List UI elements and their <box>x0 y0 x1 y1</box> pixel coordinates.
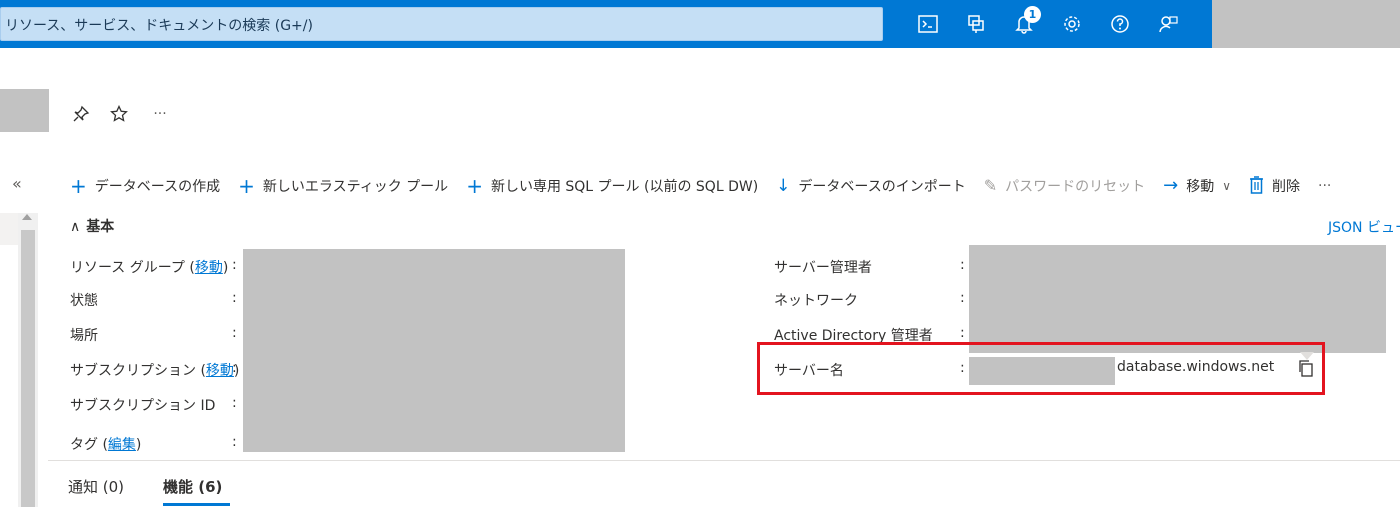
colon: : <box>960 290 965 306</box>
more-commands-button[interactable]: ··· <box>1318 178 1331 194</box>
delete-button[interactable]: 削除 <box>1249 175 1300 197</box>
new-elastic-pool-button[interactable]: + 新しいエラスティック プール <box>238 176 448 196</box>
colon: : <box>960 325 965 341</box>
colon: : <box>960 257 965 273</box>
cloud-shell-icon[interactable] <box>914 10 942 38</box>
subscription-label: サブスクリプション (移動) <box>70 363 240 379</box>
feedback-icon[interactable] <box>1154 10 1182 38</box>
colon: : <box>232 290 237 306</box>
trash-icon <box>1249 175 1264 197</box>
colon: : <box>232 434 237 450</box>
subscription-move-link[interactable]: 移動 <box>206 363 234 379</box>
notification-badge: 1 <box>1024 6 1041 23</box>
star-icon[interactable] <box>108 103 130 125</box>
pin-icon[interactable] <box>70 103 92 125</box>
account-area-redacted[interactable] <box>1212 0 1400 48</box>
import-database-button[interactable]: ↓ データベースのインポート <box>776 176 966 196</box>
search-placeholder: リソース、サービス、ドキュメントの検索 (G+/) <box>5 18 313 34</box>
left-menu-area <box>0 213 18 245</box>
pencil-icon: ✎ <box>983 176 998 195</box>
resource-icon-redacted <box>0 89 49 132</box>
right-values-redacted <box>969 245 1386 353</box>
tab-notifications[interactable]: 通知 (0) <box>68 476 124 497</box>
server-name-highlight-box <box>757 342 1325 395</box>
chevron-up-icon: ∧ <box>70 219 81 235</box>
global-search-input[interactable]: リソース、サービス、ドキュメントの検索 (G+/) <box>0 7 883 41</box>
essentials-title: 基本 <box>86 219 115 235</box>
tags-edit-link[interactable]: 編集 <box>108 437 136 453</box>
server-admin-label: サーバー管理者 <box>774 260 872 276</box>
create-database-button[interactable]: + データベースの作成 <box>70 176 220 196</box>
scroll-up-icon[interactable] <box>22 214 32 220</box>
collapse-menu-icon[interactable]: « <box>12 174 22 193</box>
left-values-redacted <box>243 249 625 452</box>
resource-group-label: リソース グループ (移動) <box>70 260 229 276</box>
colon: : <box>232 325 237 341</box>
command-bar: + データベースの作成 + 新しいエラスティック プール + 新しい専用 SQL… <box>70 174 1349 198</box>
reset-password-button[interactable]: ✎ パスワードのリセット <box>984 176 1145 196</box>
location-label: 場所 <box>70 328 98 344</box>
add-icon: + <box>70 174 87 198</box>
json-view-link[interactable]: JSON ビュー <box>1328 217 1400 237</box>
add-icon: + <box>466 174 483 198</box>
arrow-right-icon: → <box>1163 175 1179 196</box>
section-divider <box>48 460 1400 461</box>
more-options-icon[interactable]: ··· <box>149 103 171 125</box>
colon: : <box>232 257 237 273</box>
add-icon: + <box>238 174 255 198</box>
chevron-down-icon: ∨ <box>1222 179 1232 193</box>
move-dropdown-button[interactable]: → 移動 ∨ <box>1163 176 1231 196</box>
settings-icon[interactable] <box>1058 10 1086 38</box>
tags-label: タグ (編集) <box>70 437 142 453</box>
resource-group-move-link[interactable]: 移動 <box>195 260 223 276</box>
active-tab-indicator <box>163 503 230 506</box>
colon: : <box>232 360 237 376</box>
status-label: 状態 <box>70 293 98 309</box>
help-icon[interactable] <box>1106 10 1134 38</box>
scrollbar-thumb[interactable] <box>21 230 35 507</box>
new-sql-pool-button[interactable]: + 新しい専用 SQL プール (以前の SQL DW) <box>466 176 758 196</box>
essentials-toggle[interactable]: ∧ 基本 <box>70 216 114 236</box>
network-label: ネットワーク <box>774 293 858 309</box>
download-arrow-icon: ↓ <box>776 175 791 196</box>
colon: : <box>232 395 237 411</box>
tab-features[interactable]: 機能 (6) <box>163 476 222 497</box>
subscription-id-label: サブスクリプション ID <box>70 398 216 414</box>
directory-filter-icon[interactable] <box>962 10 990 38</box>
